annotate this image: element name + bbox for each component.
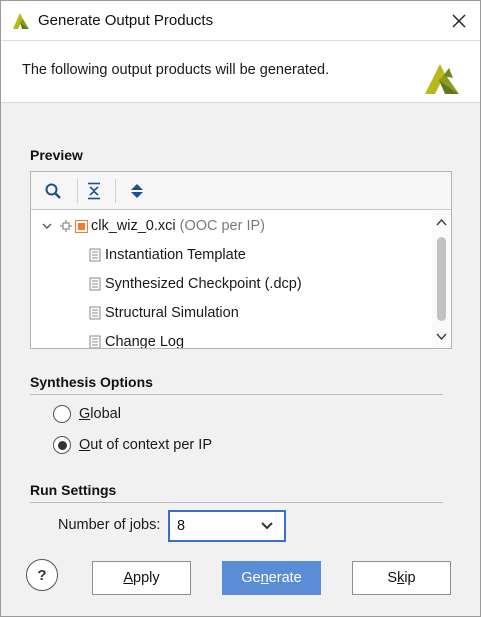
search-button[interactable] <box>42 180 64 202</box>
tree-item[interactable]: Synthesized Checkpoint (.dcp) <box>89 271 302 297</box>
chevron-up-icon <box>436 218 447 226</box>
collapse-all-button[interactable] <box>83 180 105 202</box>
preview-section-title: Preview <box>30 147 83 163</box>
dialog-title: Generate Output Products <box>38 12 214 29</box>
scroll-up-button[interactable] <box>435 216 448 228</box>
intro-text: The following output products will be ge… <box>22 62 330 78</box>
chevron-down-icon[interactable] <box>41 220 53 232</box>
section-divider <box>30 394 443 395</box>
tree-item[interactable]: Change Log <box>89 329 184 348</box>
run-settings-title: Run Settings <box>30 482 117 498</box>
tree-scrollbar[interactable] <box>432 211 451 348</box>
skip-button[interactable]: Sk ip <box>352 561 451 595</box>
help-button[interactable]: ? <box>26 559 58 591</box>
radio-out-of-context[interactable]: Out of context per IP <box>53 436 212 454</box>
close-button[interactable] <box>445 7 473 35</box>
document-icon <box>89 277 101 291</box>
header-band: The following output products will be ge… <box>1 41 480 103</box>
radio-button[interactable] <box>53 405 71 423</box>
close-icon <box>452 14 466 28</box>
preview-panel: clk_wiz_0.xci (OOC per IP) Instantiation… <box>30 171 452 349</box>
jobs-value: 8 <box>177 518 186 534</box>
generate-button[interactable]: Ge n erate <box>222 561 321 595</box>
tree-item-label: Synthesized Checkpoint (.dcp) <box>105 276 302 292</box>
scroll-down-button[interactable] <box>435 331 448 343</box>
search-icon <box>45 183 61 199</box>
tree-item[interactable]: Instantiation Template <box>89 242 246 268</box>
preview-tree: clk_wiz_0.xci (OOC per IP) Instantiation… <box>31 211 431 348</box>
tree-root-row[interactable]: clk_wiz_0.xci (OOC per IP) <box>41 213 265 239</box>
tree-item-label: Structural Simulation <box>105 305 239 321</box>
document-icon <box>89 248 101 262</box>
title-bar: Generate Output Products <box>1 1 480 41</box>
expand-all-button[interactable] <box>126 180 148 202</box>
scroll-thumb[interactable] <box>437 237 446 321</box>
vivado-logo-icon <box>425 64 459 94</box>
tree-item-label: Instantiation Template <box>105 247 246 263</box>
collapse-all-icon <box>88 182 100 200</box>
vivado-logo-icon <box>13 13 29 29</box>
section-divider <box>30 502 443 503</box>
jobs-select[interactable]: 8 <box>168 510 286 542</box>
jobs-label: Number of jobs: <box>58 517 161 533</box>
chevron-down-icon <box>436 333 447 341</box>
toolbar-separator <box>115 179 116 203</box>
apply-button[interactable]: Apply <box>92 561 191 595</box>
expand-all-icon <box>131 184 143 198</box>
radio-button-selected[interactable] <box>53 436 71 454</box>
ip-component-icon <box>60 220 72 232</box>
tree-root-suffix: (OOC per IP) <box>179 218 266 234</box>
document-icon <box>89 335 101 348</box>
document-icon <box>89 306 101 320</box>
radio-out-of-context-label: Out of context per IP <box>79 437 212 453</box>
tree-item-label: Change Log <box>105 334 185 348</box>
preview-toolbar <box>31 172 451 210</box>
tree-root-label: clk_wiz_0.xci <box>91 218 176 234</box>
synthesis-options-title: Synthesis Options <box>30 374 153 390</box>
radio-global[interactable]: Global <box>53 405 121 423</box>
ip-core-icon <box>75 219 88 233</box>
tree-item[interactable]: Structural Simulation <box>89 300 239 326</box>
chevron-down-icon <box>261 522 273 530</box>
radio-global-label: Global <box>79 406 121 422</box>
toolbar-separator <box>77 179 78 203</box>
generate-output-products-dialog: Generate Output Products The following o… <box>0 0 481 617</box>
